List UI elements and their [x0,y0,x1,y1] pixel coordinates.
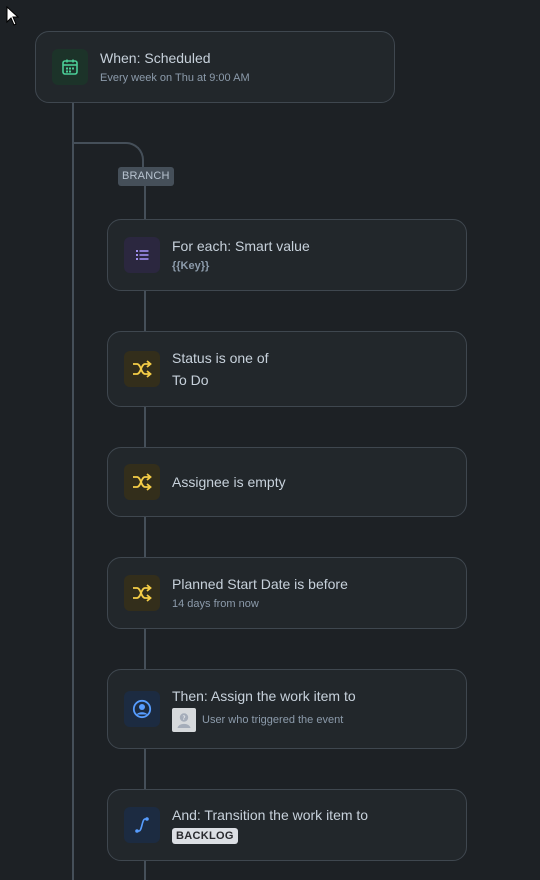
action-title: Then: Assign the work item to [172,687,356,704]
condition-title: Planned Start Date is before [172,576,348,592]
action-card-transition[interactable]: And: Transition the work item to BACKLOG [107,789,467,861]
action-card-assign[interactable]: Then: Assign the work item to ? User who… [107,669,467,749]
svg-text:?: ? [182,715,185,722]
action-title: And: Transition the work item to [172,807,369,823]
mouse-pointer-icon [6,6,20,26]
smart-value-key: {{Key}} [172,260,210,272]
transition-icon [124,807,160,843]
condition-card-status[interactable]: Status is one of To Do [107,331,467,407]
shuffle-icon [124,575,160,611]
main-connector-line [72,102,74,880]
calendar-icon [52,49,88,85]
status-lozenge: BACKLOG [172,828,238,844]
shuffle-icon [124,464,160,500]
user-avatar: ? [172,707,196,732]
condition-title: Assignee is empty [172,474,286,490]
trigger-subtitle: Every week on Thu at 9:00 AM [100,72,250,84]
trigger-card[interactable]: When: Scheduled Every week on Thu at 9:0… [35,31,395,103]
shuffle-icon [124,351,160,387]
branch-badge: BRANCH [118,167,174,186]
for-each-title: For each: Smart value [172,238,310,254]
assignee-label: User who triggered the event [202,713,344,726]
condition-card-planned-start[interactable]: Planned Start Date is before 14 days fro… [107,557,467,629]
condition-card-assignee[interactable]: Assignee is empty [107,447,467,517]
condition-value: To Do [172,372,209,388]
condition-subtitle: 14 days from now [172,598,259,610]
list-icon [124,237,160,273]
condition-title: Status is one of [172,350,269,366]
trigger-title: When: Scheduled [100,50,211,66]
user-circle-icon [124,691,160,727]
for-each-card[interactable]: For each: Smart value {{Key}} [107,219,467,291]
automation-rule-canvas: When: Scheduled Every week on Thu at 9:0… [0,0,540,880]
